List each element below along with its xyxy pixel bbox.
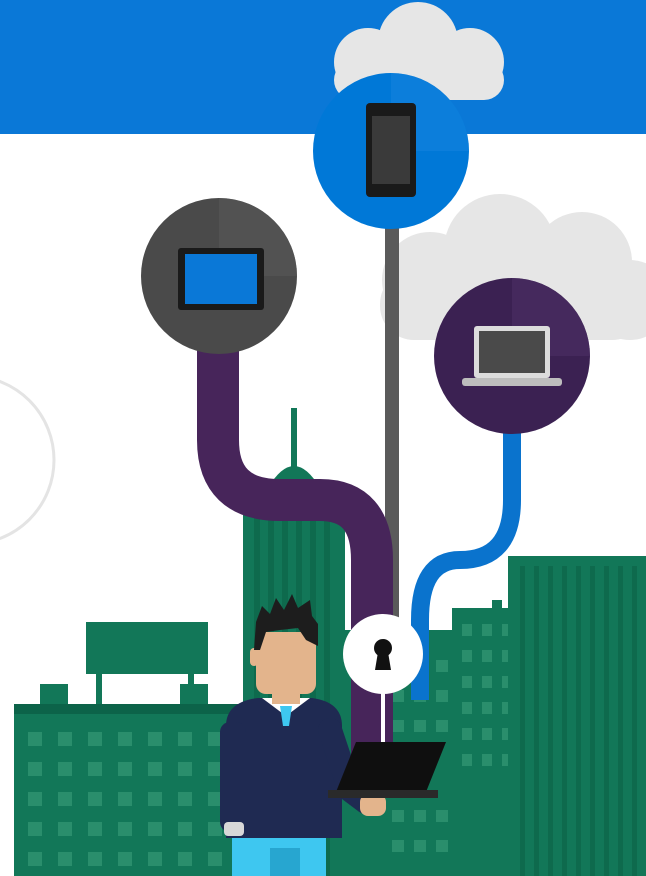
smartphone-device [313,73,469,229]
tablet-device [141,198,297,354]
laptop-device [434,278,590,434]
illustration-stage [0,0,646,876]
connected-devices-illustration [0,0,646,876]
laptop-icon [462,326,562,386]
tablet-icon [178,248,264,310]
smartphone-icon [366,103,416,197]
left-edge-circle [0,379,56,541]
